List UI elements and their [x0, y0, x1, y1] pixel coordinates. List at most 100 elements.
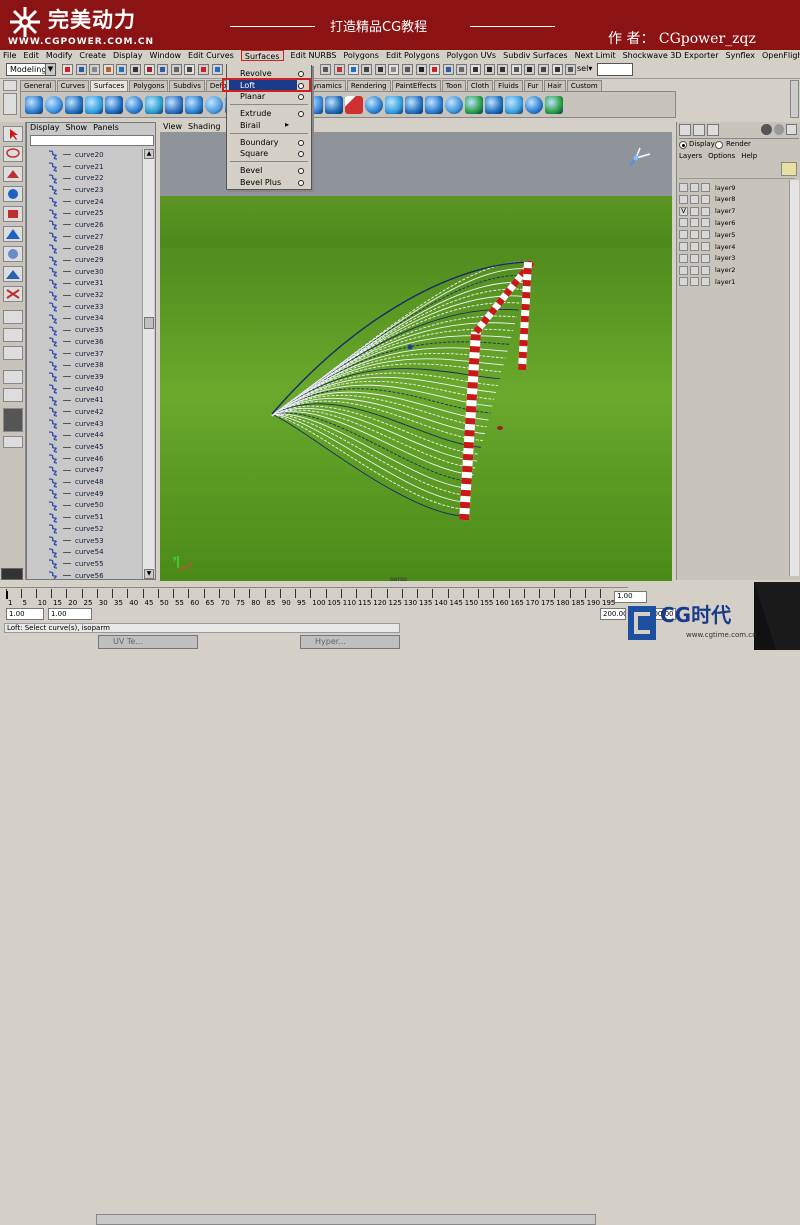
- layer-visibility-toggle[interactable]: [679, 230, 688, 240]
- menu-item-planar[interactable]: Planar: [240, 91, 265, 102]
- channel-box-icon[interactable]: [679, 124, 691, 136]
- menu-polygon-uvs[interactable]: Polygon UVs: [447, 50, 496, 61]
- menu-item-birail[interactable]: Birail: [240, 120, 260, 131]
- layer-visibility-toggle[interactable]: [679, 218, 688, 228]
- time-slider[interactable]: 1 5 10 15 20 25 30 35 40 45 50 55 60 65 70 75 80 85 90 95 10…: [0, 587, 628, 607]
- layer-color-swatch[interactable]: [701, 230, 710, 240]
- layer-row[interactable]: Vlayer7: [679, 206, 797, 217]
- shelf-tool-icon[interactable]: [345, 96, 363, 114]
- shelf-tool-icon[interactable]: [65, 96, 83, 114]
- menu-item-bevel-plus[interactable]: Bevel Plus: [240, 177, 281, 188]
- list-item[interactable]: curve38: [27, 359, 142, 371]
- menu-edit-polygons[interactable]: Edit Polygons: [386, 50, 440, 61]
- menu-item-extrude[interactable]: Extrude: [240, 108, 271, 119]
- menu-polygons[interactable]: Polygons: [343, 50, 379, 61]
- menu-item-square[interactable]: Square: [240, 148, 268, 159]
- menu-next-limit[interactable]: Next Limit: [575, 50, 616, 61]
- shelf-tool-icon[interactable]: [25, 96, 43, 114]
- layer-editor-icon[interactable]: [693, 124, 705, 136]
- shelf-tool-icon[interactable]: [85, 96, 103, 114]
- layer-row[interactable]: layer9: [679, 182, 797, 193]
- status-tool-icon[interactable]: [524, 64, 536, 75]
- list-item[interactable]: curve47: [27, 465, 142, 477]
- list-item[interactable]: curve49: [27, 488, 142, 500]
- list-item[interactable]: curve30: [27, 266, 142, 278]
- layer-type-toggle[interactable]: [690, 194, 699, 204]
- shelf-scroll[interactable]: [790, 80, 799, 118]
- status-tool-icon[interactable]: [116, 64, 128, 75]
- layer-row[interactable]: layer4: [679, 241, 797, 252]
- lasso-tool-icon[interactable]: [3, 146, 23, 162]
- layout-extra-icon[interactable]: [3, 436, 23, 448]
- list-item[interactable]: curve43: [27, 418, 142, 430]
- menu-create[interactable]: Create: [79, 50, 106, 61]
- list-item[interactable]: curve46: [27, 453, 142, 465]
- range-start-field[interactable]: 1.00: [6, 608, 44, 620]
- render-radio[interactable]: [715, 141, 723, 149]
- perspective-viewport[interactable]: y x persp: [160, 132, 672, 581]
- status-tool-icon[interactable]: [551, 64, 563, 75]
- status-tool-icon[interactable]: [170, 64, 182, 75]
- status-tool-icon[interactable]: [75, 64, 87, 75]
- layer-color-swatch[interactable]: [701, 218, 710, 228]
- select-tool-icon[interactable]: [3, 126, 23, 142]
- shelf-tool-icon[interactable]: [525, 96, 543, 114]
- menu-item-boundary[interactable]: Boundary: [240, 137, 279, 148]
- layer-type-toggle[interactable]: [690, 206, 699, 216]
- layer-type-toggle[interactable]: [690, 242, 699, 251]
- list-item[interactable]: curve44: [27, 430, 142, 442]
- shelf-tab-curves[interactable]: Curves: [56, 80, 89, 91]
- taskbar-uv-texture-editor[interactable]: UV Te...: [98, 635, 198, 649]
- playback-start-field[interactable]: 1.00: [48, 608, 92, 620]
- list-item[interactable]: curve37: [27, 348, 142, 360]
- layer-type-toggle[interactable]: [690, 218, 699, 228]
- layer-color-swatch[interactable]: [701, 183, 710, 192]
- menu-edit[interactable]: Edit: [23, 50, 39, 61]
- layer-scrollbar[interactable]: [789, 180, 799, 576]
- shelf-tab-general[interactable]: General: [20, 80, 56, 91]
- shelf-tool-icon[interactable]: [405, 96, 423, 114]
- shelf-tab-subdivs[interactable]: Subdivs: [169, 80, 205, 91]
- status-tool-icon[interactable]: [497, 64, 509, 75]
- shelf-tool-icon[interactable]: [385, 96, 403, 114]
- viewport-menu-view[interactable]: View: [163, 122, 182, 132]
- shelf-tool-icon[interactable]: [425, 96, 443, 114]
- status-tool-icon[interactable]: [62, 64, 73, 75]
- outliner-scrollbar[interactable]: ▲ ▼: [142, 149, 154, 579]
- layer-visibility-toggle[interactable]: [679, 277, 688, 287]
- list-item[interactable]: curve54: [27, 546, 142, 558]
- attribute-editor-icon[interactable]: [707, 124, 719, 136]
- hypershade-layout-icon[interactable]: [3, 408, 23, 432]
- shelf-tool-icon[interactable]: [125, 96, 143, 114]
- list-item[interactable]: curve21: [27, 161, 142, 173]
- layers-menu-help[interactable]: Help: [741, 152, 757, 160]
- move-tool-icon[interactable]: [3, 166, 23, 182]
- outliner-menu-display[interactable]: Display: [30, 123, 60, 133]
- shelf-tool-icon[interactable]: [145, 96, 163, 114]
- list-item[interactable]: curve35: [27, 324, 142, 336]
- last-tool-icon[interactable]: [3, 286, 23, 302]
- list-item[interactable]: curve52: [27, 523, 142, 535]
- status-tool-icon[interactable]: [388, 64, 400, 75]
- layer-visibility-toggle[interactable]: [679, 242, 688, 251]
- layer-type-toggle[interactable]: [690, 265, 699, 275]
- status-tool-icon[interactable]: [102, 64, 114, 75]
- list-item[interactable]: curve56: [27, 570, 142, 579]
- list-item[interactable]: curve23: [27, 184, 142, 196]
- status-tool-icon[interactable]: [184, 64, 196, 75]
- list-item[interactable]: curve36: [27, 336, 142, 348]
- layer-row[interactable]: layer8: [679, 194, 797, 205]
- status-tool-icon[interactable]: [143, 64, 155, 75]
- status-tool-icon[interactable]: [402, 64, 413, 75]
- shelf-tool-icon[interactable]: [505, 96, 523, 114]
- option-box-icon[interactable]: [298, 71, 304, 77]
- menu-edit-curves[interactable]: Edit Curves: [188, 50, 234, 61]
- status-tool-icon[interactable]: [565, 64, 577, 75]
- layer-visibility-toggle[interactable]: [679, 183, 688, 192]
- layer-type-toggle[interactable]: [690, 230, 699, 240]
- shelf-tool-icon[interactable]: [325, 96, 343, 114]
- shelf-tab-custom[interactable]: Custom: [566, 80, 602, 91]
- layer-type-toggle[interactable]: [690, 253, 699, 263]
- shade-sphere-icon[interactable]: [773, 124, 785, 135]
- status-tool-icon[interactable]: [374, 64, 386, 75]
